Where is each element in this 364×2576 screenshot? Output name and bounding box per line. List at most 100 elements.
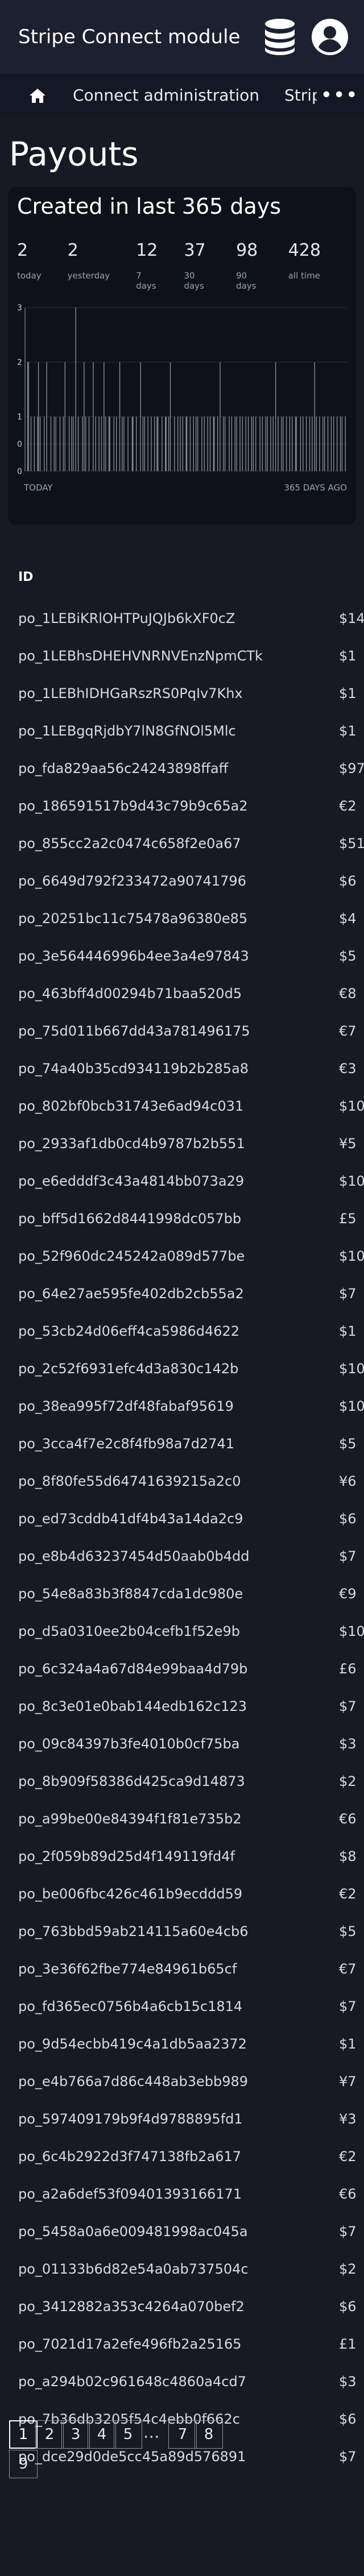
payout-id[interactable]: po_bff5d1662d8441998dc057bb <box>0 1211 241 1227</box>
payout-id[interactable]: po_5458a0a6e009481998ac045a <box>0 2224 248 2240</box>
payout-id[interactable]: po_3e36f62fbe774e84961b65cf <box>0 1961 237 1977</box>
payout-id[interactable]: po_6c4b2922d3f747138fb2a617 <box>0 2149 241 2164</box>
more-dots-icon[interactable]: ••• <box>320 84 358 107</box>
payout-id[interactable]: po_1LEBhsDHEHVNRNVEnzNpmCTk <box>0 648 263 664</box>
payout-id[interactable]: po_20251bc11c75478a96380e85 <box>0 911 247 926</box>
table-row[interactable]: po_20251bc11c75478a96380e85 $4 <box>0 900 364 937</box>
payout-id[interactable]: po_463bff4d00294b71baa520d5 <box>0 986 242 1002</box>
table-row[interactable]: po_3cca4f7e2c8f4fb98a7d2741 $5 <box>0 1425 364 1462</box>
home-icon[interactable] <box>26 84 49 107</box>
table-row[interactable]: po_1LEBgqRjdbY7lN8GfNOl5Mlc $1 <box>0 712 364 750</box>
payout-id[interactable]: po_74a40b35cd934119b2b285a8 <box>0 1061 249 1077</box>
page-button-9[interactable]: 9 <box>9 2450 38 2478</box>
payout-id[interactable]: po_e4b766a7d86c448ab3ebb989 <box>0 2074 248 2089</box>
table-row[interactable]: po_53cb24d06eff4ca5986d4622 $1 <box>0 1312 364 1350</box>
payout-id[interactable]: po_3412882a353c4264a070bef2 <box>0 2299 245 2315</box>
page-button-5[interactable]: 5 <box>114 2420 142 2449</box>
payout-id[interactable]: po_1LEBiKRlOHTPuJQJb6kXF0cZ <box>0 610 235 626</box>
payout-id[interactable]: po_802bf0bcb31743e6ad94c031 <box>0 1098 243 1114</box>
table-row[interactable]: po_2f059b89d25d4f149119fd4f $8 <box>0 1838 364 1875</box>
table-row[interactable]: po_186591517b9d43c79b9c65a2 €2 <box>0 787 364 825</box>
table-row[interactable]: po_9d54ecbb419c4a1db5aa2372 $1 <box>0 2025 364 2063</box>
table-row[interactable]: po_54e8a83b3f8847cda1dc980e €9 <box>0 1575 364 1613</box>
payout-id[interactable]: po_d5a0310ee2b04cefb1f52e9b <box>0 1623 240 1639</box>
table-row[interactable]: po_ed73cddb41df4b43a14da2c9 $6 <box>0 1500 364 1538</box>
table-row[interactable]: po_2933af1db0cd4b9787b2b551 ¥5 <box>0 1125 364 1162</box>
payout-id[interactable]: po_75d011b667dd43a781496175 <box>0 1023 250 1039</box>
payout-id[interactable]: po_38ea995f72df48fabaf95619 <box>0 1398 234 1414</box>
table-row[interactable]: po_8b909f58386d425ca9d14873 $2 <box>0 1763 364 1800</box>
payout-id[interactable]: po_8c3e01e0bab144edb162c123 <box>0 1698 247 1714</box>
table-row[interactable]: po_5458a0a6e009481998ac045a $7 <box>0 2213 364 2250</box>
payout-id[interactable]: po_763bbd59ab214115a60e4cb6 <box>0 1923 249 1939</box>
table-row[interactable]: po_fda829aa56c24243898ffaff $97 <box>0 750 364 787</box>
table-row[interactable]: po_8c3e01e0bab144edb162c123 $7 <box>0 1688 364 1725</box>
payout-id[interactable]: po_7021d17a2efe496fb2a25165 <box>0 2336 242 2352</box>
payout-id[interactable]: po_e6edddf3c43a4814bb073a29 <box>0 1173 244 1189</box>
payout-id[interactable]: po_2f059b89d25d4f149119fd4f <box>0 1848 235 1864</box>
payout-id[interactable]: po_2933af1db0cd4b9787b2b551 <box>0 1136 245 1152</box>
table-row[interactable]: po_3e564446996b4ee3a4e97843 $5 <box>0 937 364 975</box>
table-row[interactable]: po_75d011b667dd43a781496175 €7 <box>0 1012 364 1050</box>
payout-id[interactable]: po_09c84397b3fe4010b0cf75ba <box>0 1736 239 1752</box>
table-row[interactable]: po_8f80fe55d64741639215a2c0 ¥6 <box>0 1462 364 1500</box>
page-button-1[interactable]: 1 <box>9 2420 38 2449</box>
table-row[interactable]: po_74a40b35cd934119b2b285a8 €3 <box>0 1050 364 1087</box>
payout-id[interactable]: po_8f80fe55d64741639215a2c0 <box>0 1473 241 1489</box>
table-row[interactable]: po_be006fbc426c461b9ecddd59 €2 <box>0 1875 364 1913</box>
table-row[interactable]: po_a2a6def53f09401393166171 €6 <box>0 2175 364 2213</box>
nav-item-connect-administration[interactable]: Connect administration <box>73 86 259 105</box>
payout-id[interactable]: po_1LEBhIDHGaRszRS0PqIv7Khx <box>0 685 243 701</box>
table-row[interactable]: po_597409179b9f4d9788895fd1 ¥3 <box>0 2100 364 2138</box>
payout-id[interactable]: po_01133b6d82e54a0ab737504c <box>0 2261 249 2277</box>
table-row[interactable]: po_52f960dc245242a089d577be $10 <box>0 1237 364 1275</box>
payout-id[interactable]: po_64e27ae595fe402db2cb55a2 <box>0 1286 244 1302</box>
table-row[interactable]: po_fd365ec0756b4a6cb15c1814 $7 <box>0 1988 364 2025</box>
payout-id[interactable]: po_53cb24d06eff4ca5986d4622 <box>0 1323 239 1339</box>
table-row[interactable]: po_09c84397b3fe4010b0cf75ba $3 <box>0 1725 364 1763</box>
column-header-id[interactable]: ID <box>0 564 364 591</box>
table-row[interactable]: po_a294b02c961648c4860a4cd7 $3 <box>0 2363 364 2400</box>
table-row[interactable]: po_3412882a353c4264a070bef2 $6 <box>0 2288 364 2325</box>
table-row[interactable]: po_bff5d1662d8441998dc057bb £5 <box>0 1200 364 1237</box>
payout-id[interactable]: po_fd365ec0756b4a6cb15c1814 <box>0 1999 242 2014</box>
payout-id[interactable]: po_be006fbc426c461b9ecddd59 <box>0 1886 242 1902</box>
table-row[interactable]: po_6c324a4a67d84e99baa4d79b £6 <box>0 1650 364 1688</box>
table-row[interactable]: po_1LEBhsDHEHVNRNVEnzNpmCTk $1 <box>0 637 364 675</box>
payout-id[interactable]: po_6c324a4a67d84e99baa4d79b <box>0 1661 247 1677</box>
table-row[interactable]: po_463bff4d00294b71baa520d5 €8 <box>0 975 364 1012</box>
table-row[interactable]: po_763bbd59ab214115a60e4cb6 $5 <box>0 1913 364 1950</box>
table-row[interactable]: po_2c52f6931efc4d3a830c142b $10 <box>0 1350 364 1387</box>
payout-id[interactable]: po_e8b4d63237454d50aab0b4dd <box>0 1548 250 1564</box>
payout-id[interactable]: po_ed73cddb41df4b43a14da2c9 <box>0 1511 243 1527</box>
table-row[interactable]: po_6649d792f233472a90741796 $6 <box>0 862 364 900</box>
table-row[interactable]: po_d5a0310ee2b04cefb1f52e9b $10 <box>0 1613 364 1650</box>
table-row[interactable]: po_6c4b2922d3f747138fb2a617 €2 <box>0 2138 364 2175</box>
payout-id[interactable]: po_855cc2a2c0474c658f2e0a67 <box>0 836 241 851</box>
table-row[interactable]: po_e8b4d63237454d50aab0b4dd $7 <box>0 1538 364 1575</box>
page-button-2[interactable]: 2 <box>35 2420 64 2449</box>
page-button-4[interactable]: 4 <box>88 2420 116 2449</box>
payout-id[interactable]: po_597409179b9f4d9788895fd1 <box>0 2111 243 2127</box>
table-row[interactable]: po_e6edddf3c43a4814bb073a29 $10 <box>0 1162 364 1200</box>
table-row[interactable]: po_1LEBhIDHGaRszRS0PqIv7Khx $1 <box>0 675 364 712</box>
page-button-7[interactable]: 7 <box>168 2420 197 2449</box>
payout-id[interactable]: po_186591517b9d43c79b9c65a2 <box>0 798 248 814</box>
table-row[interactable]: po_01133b6d82e54a0ab737504c $2 <box>0 2250 364 2288</box>
payout-id[interactable]: po_1LEBgqRjdbY7lN8GfNOl5Mlc <box>0 723 236 739</box>
payout-id[interactable]: po_a99be00e84394f1f81e735b2 <box>0 1811 242 1827</box>
account-circle-icon[interactable] <box>307 14 353 60</box>
table-row[interactable]: po_64e27ae595fe402db2cb55a2 $7 <box>0 1275 364 1312</box>
payout-id[interactable]: po_52f960dc245242a089d577be <box>0 1248 245 1264</box>
table-row[interactable]: po_855cc2a2c0474c658f2e0a67 $51 <box>0 825 364 862</box>
database-icon[interactable] <box>257 14 303 60</box>
payout-id[interactable]: po_9d54ecbb419c4a1db5aa2372 <box>0 2036 247 2052</box>
payout-id[interactable]: po_fda829aa56c24243898ffaff <box>0 761 228 776</box>
table-row[interactable]: po_a99be00e84394f1f81e735b2 €6 <box>0 1800 364 1838</box>
table-row[interactable]: po_3e36f62fbe774e84961b65cf €7 <box>0 1950 364 1988</box>
payout-id[interactable]: po_a294b02c961648c4860a4cd7 <box>0 2374 246 2390</box>
table-row[interactable]: po_7021d17a2efe496fb2a25165 £1 <box>0 2325 364 2363</box>
payout-id[interactable]: po_a2a6def53f09401393166171 <box>0 2186 242 2202</box>
payout-id[interactable]: po_8b909f58386d425ca9d14873 <box>0 1773 245 1789</box>
page-button-8[interactable]: 8 <box>195 2420 223 2449</box>
